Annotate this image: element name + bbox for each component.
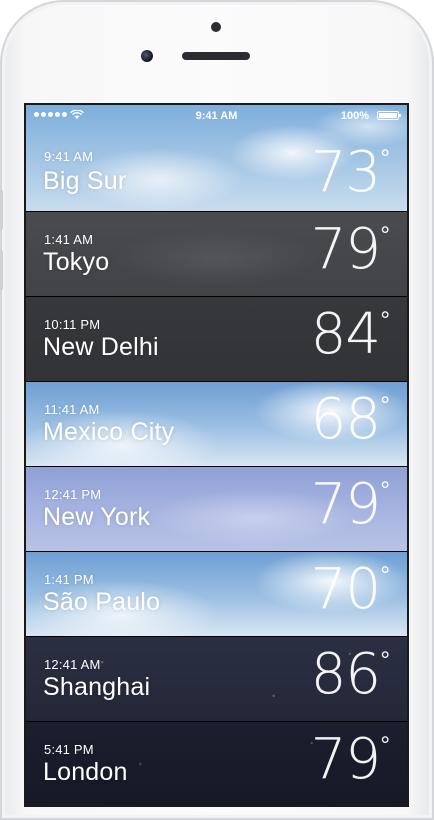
temperature: 79: [310, 727, 381, 792]
city-row-content: 1:41 AM Tokyo 79 °: [26, 212, 407, 296]
city-row-content: 10:11 PM New Delhi 84 °: [26, 297, 407, 381]
city-row-content: 12:41 AM Shanghai 86 °: [26, 637, 407, 721]
temperature: 79: [310, 472, 381, 537]
degree-symbol: °: [380, 392, 390, 419]
city-row[interactable]: 10:11 PM New Delhi 84 °: [26, 297, 407, 382]
city-name: New York: [43, 503, 151, 531]
city-row[interactable]: 11:41 AM Mexico City 68 °: [26, 382, 407, 467]
degree-symbol: °: [380, 222, 390, 249]
local-time: 1:41 PM: [44, 572, 94, 587]
city-name: Shanghai: [43, 673, 151, 701]
city-name: São Paulo: [43, 588, 161, 616]
degree-symbol: °: [380, 732, 390, 759]
city-name: London: [43, 758, 128, 786]
temperature: 79: [310, 217, 381, 282]
degree-symbol: °: [380, 307, 390, 334]
temperature: 70: [310, 557, 381, 622]
battery-icon: [377, 111, 401, 120]
city-row[interactable]: 5:41 PM London 79 °: [26, 722, 407, 805]
temperature: 86: [310, 642, 381, 707]
local-time: 1:41 AM: [44, 232, 94, 247]
status-bar: 9:41 AM 100%: [26, 105, 407, 127]
volume-button: [0, 190, 3, 230]
city-row[interactable]: 12:41 AM Shanghai 86 °: [26, 637, 407, 722]
temperature: 73: [310, 140, 381, 205]
degree-symbol: °: [380, 647, 390, 674]
city-row[interactable]: 1:41 AM Tokyo 79 °: [26, 212, 407, 297]
phone-frame: 9:41 AM 100% 9:41 AM Big Sur 73 ° 1:41 AM Tok…: [0, 0, 434, 820]
local-time: 5:41 PM: [44, 742, 94, 757]
local-time: 11:41 AM: [44, 402, 100, 417]
city-name: Tokyo: [43, 248, 110, 276]
local-time: 9:41 AM: [44, 149, 94, 164]
screen: 9:41 AM 100% 9:41 AM Big Sur 73 ° 1:41 AM Tok…: [26, 105, 407, 805]
degree-symbol: °: [380, 562, 390, 589]
city-name: Mexico City: [43, 418, 175, 446]
city-row[interactable]: 1:41 PM São Paulo 70 °: [26, 552, 407, 637]
local-time: 12:41 PM: [44, 487, 102, 502]
degree-symbol: °: [380, 145, 390, 172]
city-row-content: 5:41 PM London 79 °: [26, 722, 407, 805]
temperature: 84: [310, 302, 381, 367]
city-name: Big Sur: [43, 167, 127, 195]
proximity-sensor: [211, 22, 221, 32]
front-camera-icon: [141, 50, 153, 62]
temperature: 68: [310, 387, 381, 452]
degree-symbol: °: [380, 477, 390, 504]
volume-button: [0, 250, 3, 290]
city-name: New Delhi: [43, 333, 159, 361]
local-time: 10:11 PM: [44, 317, 101, 332]
local-time: 12:41 AM: [44, 657, 101, 672]
battery-percentage: 100%: [340, 110, 369, 122]
city-row-content: 12:41 PM New York 79 °: [26, 467, 407, 551]
earpiece-speaker: [182, 52, 250, 60]
city-row[interactable]: 12:41 PM New York 79 °: [26, 467, 407, 552]
city-list: 9:41 AM Big Sur 73 ° 1:41 AM Tokyo 79 ° 10:11 PM…: [26, 105, 407, 805]
city-row-content: 11:41 AM Mexico City 68 °: [26, 382, 407, 466]
city-row-content: 1:41 PM São Paulo 70 °: [26, 552, 407, 636]
